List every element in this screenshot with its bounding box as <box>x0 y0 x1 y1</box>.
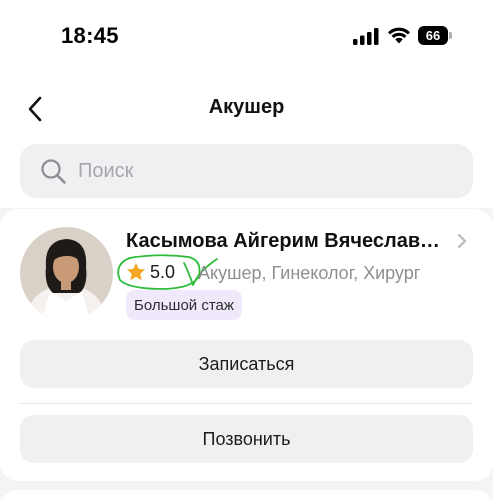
status-time: 18:45 <box>61 23 119 48</box>
search-input[interactable] <box>78 154 458 188</box>
status-bar: 18:45 66 <box>0 0 493 72</box>
search-icon <box>41 159 66 184</box>
next-card <box>0 490 493 500</box>
avatar <box>20 227 113 320</box>
rating-value: 5.0 <box>150 262 176 282</box>
experience-badge: Большой стаж <box>126 290 242 320</box>
battery-cap <box>449 32 452 39</box>
page-title: Акушер <box>208 96 285 118</box>
doctor-name: Касымова Айгерим Вячеславо... <box>126 230 448 252</box>
divider <box>20 403 473 404</box>
book-appointment-button[interactable]: Записаться <box>20 340 473 388</box>
battery-level: 66 <box>418 26 448 45</box>
battery-icon: 66 <box>418 26 452 45</box>
call-button[interactable]: Позвонить <box>20 415 473 463</box>
signal-icon <box>353 28 379 45</box>
doctor-specialties: Акушер, Гинеколог, Хирург <box>198 263 421 283</box>
wifi-icon <box>388 27 410 44</box>
doctor-photo <box>20 227 113 320</box>
star-icon <box>127 263 145 281</box>
doctor-card[interactable]: Касымова Айгерим Вячеславо... 5.0 Акушер… <box>0 209 493 481</box>
chevron-right-icon <box>458 234 466 248</box>
search-box[interactable] <box>20 144 473 198</box>
